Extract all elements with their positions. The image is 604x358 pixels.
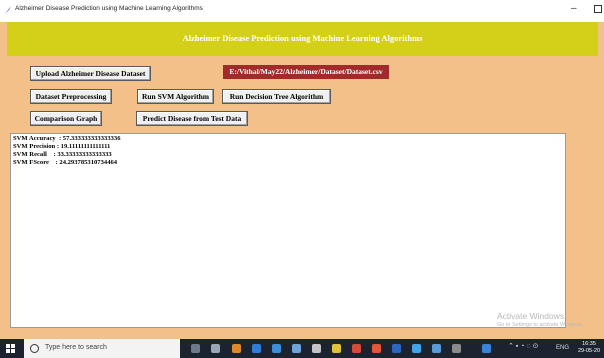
windows-logo-icon-tile bbox=[6, 349, 10, 353]
python-icon[interactable] bbox=[432, 344, 441, 353]
app-blue-icon[interactable] bbox=[412, 344, 421, 353]
microphone-icon[interactable] bbox=[191, 344, 200, 353]
chrome-icon[interactable] bbox=[332, 344, 341, 353]
task-view-icon[interactable] bbox=[211, 344, 220, 353]
activate-windows-watermark: Activate Windows Go to Settings to activ… bbox=[497, 311, 584, 328]
word-icon[interactable] bbox=[392, 344, 401, 353]
watermark-subtitle: Go to Settings to activate Windows. bbox=[497, 322, 584, 328]
output-line-accuracy: SVM Accuracy : 57.333333333333336 bbox=[13, 135, 121, 142]
window-title: Alzheimer Disease Prediction using Machi… bbox=[15, 5, 203, 12]
windows-logo-icon bbox=[6, 344, 10, 348]
taskbar: Type here to search ⌃ ▪ ◔ ◌ ⊙ ENG 16:35 … bbox=[0, 339, 604, 358]
clock-time: 16:35 bbox=[582, 341, 596, 347]
output-textarea[interactable]: SVM Accuracy : 57.333333333333336 SVM Pr… bbox=[10, 133, 566, 328]
window-titlebar: Alzheimer Disease Prediction using Machi… bbox=[0, 0, 604, 22]
taskbar-search-box[interactable]: Type here to search bbox=[24, 339, 180, 358]
dataset-path-label: E:/Vithal/May22/Alzheimer/Dataset/Datase… bbox=[223, 65, 389, 79]
file-explorer-icon[interactable] bbox=[312, 344, 321, 353]
firefox-icon[interactable] bbox=[232, 344, 241, 353]
running-app-icon[interactable] bbox=[482, 344, 491, 353]
acrobat-icon[interactable] bbox=[372, 344, 381, 353]
app-red-icon[interactable] bbox=[352, 344, 361, 353]
clock-date: 29-05-20 bbox=[578, 348, 601, 354]
terminal-icon[interactable] bbox=[452, 344, 461, 353]
windows-logo-icon-tile bbox=[11, 344, 15, 348]
run-decision-tree-button[interactable]: Run Decision Tree Algorithm bbox=[222, 89, 331, 104]
store-icon[interactable] bbox=[272, 344, 281, 353]
cortana-icon bbox=[30, 344, 39, 353]
start-button[interactable] bbox=[0, 339, 24, 358]
system-tray-icons[interactable]: ⌃ ▪ ◔ ◌ ⊙ bbox=[508, 342, 538, 350]
maximize-button[interactable] bbox=[594, 5, 602, 13]
output-line-precision: SVM Precision : 19.11111111111111 bbox=[13, 143, 111, 150]
edge-icon[interactable] bbox=[252, 344, 261, 353]
app-heading: Alzheimer Disease Prediction using Machi… bbox=[182, 33, 423, 43]
comparison-graph-button[interactable]: Comparison Graph bbox=[30, 111, 102, 126]
minimize-button[interactable]: – bbox=[571, 3, 577, 15]
watermark-title: Activate Windows bbox=[497, 311, 565, 321]
dataset-preprocessing-button[interactable]: Dataset Preprocessing bbox=[30, 89, 112, 104]
language-indicator[interactable]: ENG bbox=[556, 345, 569, 351]
run-svm-button[interactable]: Run SVM Algorithm bbox=[137, 89, 214, 104]
upload-dataset-button[interactable]: Upload Alzheimer Disease Dataset bbox=[30, 66, 151, 81]
mail-icon[interactable] bbox=[292, 344, 301, 353]
taskbar-clock[interactable]: 16:35 29-05-20 bbox=[578, 341, 600, 355]
windows-logo-icon-tile bbox=[11, 349, 15, 353]
output-line-recall: SVM Recall : 33.33333333333333 bbox=[13, 151, 112, 158]
search-placeholder: Type here to search bbox=[45, 344, 107, 351]
header-banner: Alzheimer Disease Prediction using Machi… bbox=[7, 22, 598, 56]
predict-disease-button[interactable]: Predict Disease from Test Data bbox=[136, 111, 248, 126]
output-line-fscore: SVM FScore : 24.293785310734464 bbox=[13, 159, 118, 166]
app-feather-icon bbox=[5, 6, 11, 14]
